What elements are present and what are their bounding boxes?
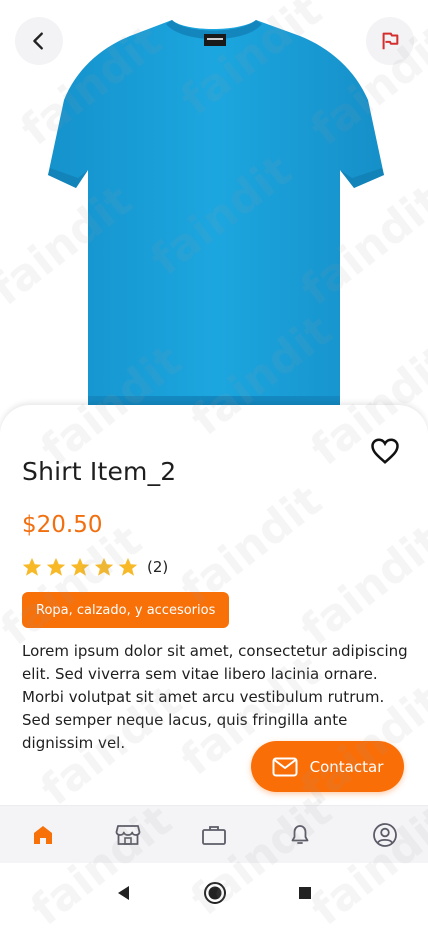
bottom-navigation <box>0 805 428 864</box>
star-icon <box>70 557 90 576</box>
flag-icon <box>382 32 399 50</box>
star-rating <box>21 556 139 578</box>
bell-icon <box>291 825 308 844</box>
back-button[interactable] <box>15 17 63 65</box>
category-chip[interactable]: Ropa, calzado, y accesorios <box>22 592 230 628</box>
favorite-button[interactable] <box>370 436 400 466</box>
product-price: $20.50 <box>22 512 103 538</box>
nav-store[interactable] <box>108 815 148 855</box>
star-icon <box>118 557 138 576</box>
briefcase-icon <box>202 826 226 845</box>
back-triangle-icon[interactable] <box>115 884 133 902</box>
star-icon <box>46 557 66 576</box>
tshirt-image <box>48 20 384 405</box>
recents-square-icon[interactable] <box>297 885 313 901</box>
report-button[interactable] <box>366 17 414 65</box>
contact-button[interactable]: Contactar <box>251 741 404 792</box>
star-icon <box>94 557 114 576</box>
system-navigation-bar <box>0 863 428 922</box>
contact-button-label: Contactar <box>309 757 384 776</box>
product-description: Lorem ipsum dolor sit amet, consectetur … <box>22 642 408 752</box>
product-image <box>0 0 428 430</box>
product-title: Shirt Item_2 <box>22 457 177 486</box>
user-circle-icon <box>373 823 398 847</box>
star-icon <box>22 557 42 576</box>
home-icon <box>33 826 52 844</box>
rating: (2) <box>21 556 168 578</box>
mail-icon <box>272 757 298 776</box>
heart-outline-icon <box>371 438 399 464</box>
nav-briefcase[interactable] <box>194 815 234 855</box>
nav-notifications[interactable] <box>280 815 320 855</box>
home-circle-icon[interactable] <box>203 881 227 905</box>
review-count[interactable]: (2) <box>147 558 168 576</box>
chevron-left-icon <box>33 32 43 50</box>
nav-profile[interactable] <box>365 815 405 855</box>
nav-home[interactable] <box>23 815 63 855</box>
store-icon <box>115 825 141 845</box>
